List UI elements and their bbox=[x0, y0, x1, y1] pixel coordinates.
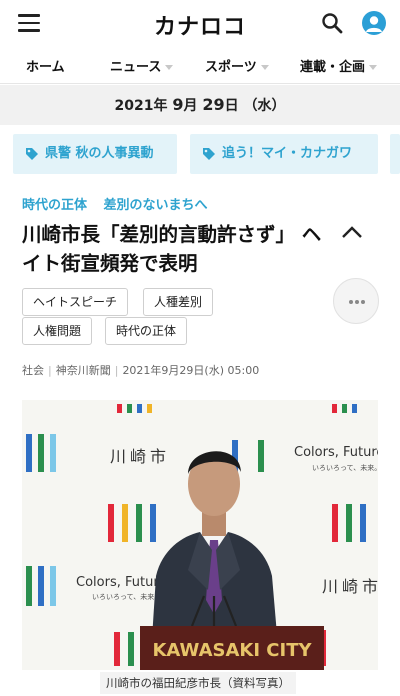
search-icon[interactable] bbox=[321, 12, 343, 34]
date-day: 29 bbox=[202, 95, 225, 114]
topic-tag-label: 追う！マイ・カナガワ bbox=[222, 146, 353, 161]
keyword-tag[interactable]: ヘイトスピーチ bbox=[22, 288, 129, 316]
tag-icon bbox=[203, 148, 215, 160]
nav-item-home[interactable]: ホーム bbox=[26, 56, 65, 75]
topic-tag-label: 県警 秋の人事異動 bbox=[45, 146, 154, 161]
article-source: 神奈川新聞 bbox=[55, 364, 111, 377]
main-nav: ホーム ニュース スポーツ 連載・企画 bbox=[0, 46, 400, 84]
date-month-suffix: 月 bbox=[183, 98, 198, 114]
series-labels: 時代の正体 差別のないまちへ bbox=[22, 194, 220, 213]
keyword-tag[interactable]: 人権問題 bbox=[22, 317, 93, 345]
top-bar: カナロコ bbox=[0, 0, 400, 46]
article-category[interactable]: 社会 bbox=[22, 364, 44, 377]
topic-tag[interactable]: 追う！マイ・カナガワ bbox=[190, 134, 378, 174]
date-day-suffix: 日 bbox=[224, 98, 239, 114]
article-headline: 川崎市長「差別的言動許さず」 ヘイト街宣頻発で表明 bbox=[22, 223, 322, 275]
article-photo[interactable]: 川崎市 川崎市 Colors, Future! いろいろって、未来。 Color… bbox=[22, 400, 378, 670]
article-meta: 社会 | 神奈川新聞 | 2021年9月29日(水) 05:00 bbox=[22, 364, 260, 377]
mayor-press-photo: 川崎市 川崎市 Colors, Future! いろいろって、未来。 Color… bbox=[22, 400, 378, 670]
backdrop-city-kanji: 川崎市 bbox=[110, 447, 170, 466]
more-dot bbox=[355, 300, 359, 304]
more-dot bbox=[361, 300, 365, 304]
nav-item-news[interactable]: ニュース bbox=[110, 56, 174, 75]
more-dot bbox=[349, 300, 353, 304]
podium-label: KAWASAKI CITY bbox=[152, 640, 312, 661]
backdrop-slogan-jp: いろいろって、未来。 bbox=[92, 592, 161, 601]
nav-item-label: 連載・企画 bbox=[300, 60, 366, 75]
chevron-down-icon bbox=[369, 65, 378, 70]
tag-icon bbox=[26, 148, 38, 160]
nav-item-label: ニュース bbox=[110, 60, 162, 75]
date-month: 9 bbox=[172, 95, 184, 114]
nav-item-series[interactable]: 連載・企画 bbox=[300, 56, 378, 75]
backdrop-city-kanji: 川崎市 bbox=[322, 577, 378, 596]
more-options-button[interactable] bbox=[333, 278, 379, 324]
date-weekday: （水） bbox=[243, 98, 286, 114]
backdrop-slogan-jp: いろいろって、未来。 bbox=[312, 463, 378, 472]
date-bar: 2021年 9月 29日 （水） bbox=[0, 85, 400, 125]
photo-caption: 川崎市の福田紀彦市長（資料写真） bbox=[100, 672, 296, 694]
backdrop-slogan-en: Colors, Future! bbox=[294, 445, 378, 460]
keyword-tag[interactable]: 時代の正体 bbox=[105, 317, 188, 345]
nav-item-sports[interactable]: スポーツ bbox=[205, 56, 269, 75]
chevron-down-icon bbox=[165, 65, 174, 70]
series-link[interactable]: 時代の正体 bbox=[22, 198, 87, 213]
chevron-down-icon bbox=[260, 65, 269, 70]
topic-tag[interactable]: 県警 秋の人事異動 bbox=[13, 134, 177, 174]
topic-tag-partial[interactable] bbox=[390, 134, 400, 174]
user-account-icon[interactable] bbox=[362, 11, 386, 35]
chevron-up-icon[interactable] bbox=[340, 222, 364, 242]
nav-item-label: ホーム bbox=[26, 60, 65, 75]
topic-tags: 県警 秋の人事異動 追う！マイ・カナガワ bbox=[0, 134, 400, 174]
article-published: 2021年9月29日(水) 05:00 bbox=[122, 364, 260, 377]
series-link[interactable]: 差別のないまちへ bbox=[104, 198, 208, 213]
date-year: 2021年 bbox=[114, 98, 168, 114]
nav-item-label: スポーツ bbox=[205, 60, 257, 75]
keyword-tag[interactable]: 人種差別 bbox=[143, 288, 214, 316]
